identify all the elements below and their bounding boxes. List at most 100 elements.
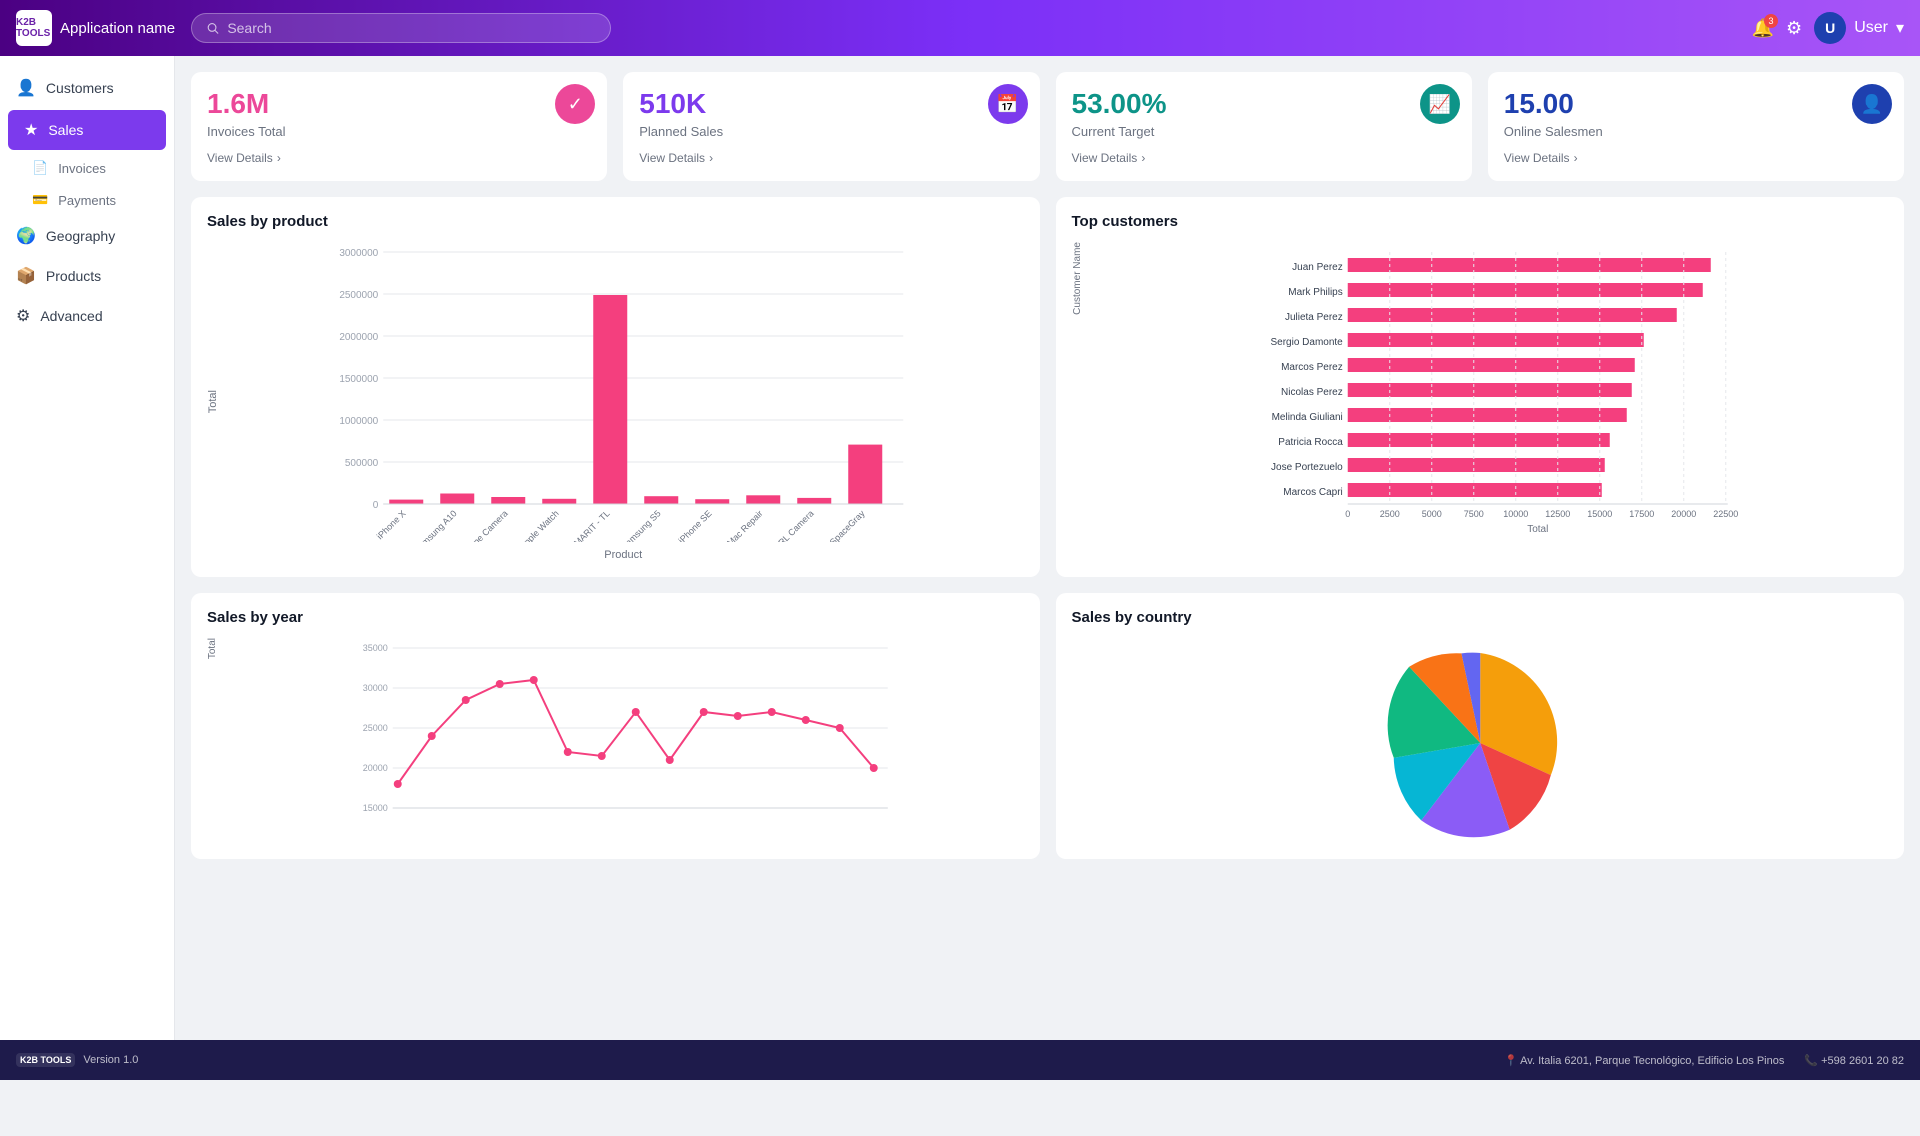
invoices-icon: 📄	[32, 160, 48, 176]
kpi-label-invoices: Invoices Total	[207, 124, 591, 139]
app-header: K2B TOOLS Application name 🔔 3 ⚙ U User …	[0, 0, 1920, 56]
sidebar-item-sales[interactable]: ★ Sales	[8, 110, 166, 150]
svg-text:Total: Total	[1527, 524, 1548, 532]
bar-apple-watch	[542, 499, 576, 504]
layout: 👤 Customers ★ Sales 📄 Invoices 💳 Payment…	[0, 56, 1920, 1040]
sales-by-year-title: Sales by year	[207, 609, 1024, 626]
user-area[interactable]: U User ▾	[1814, 12, 1904, 44]
sidebar-label-customers: Customers	[46, 80, 114, 96]
notification-button[interactable]: 🔔 3	[1752, 18, 1774, 39]
search-bar[interactable]	[191, 13, 611, 43]
notification-badge: 3	[1764, 14, 1778, 28]
svg-text:Marcos Capri: Marcos Capri	[1283, 487, 1342, 498]
svg-text:Nicolas Perez: Nicolas Perez	[1281, 387, 1343, 398]
svg-text:25000: 25000	[363, 723, 388, 733]
svg-text:Marcos Perez: Marcos Perez	[1281, 362, 1343, 373]
svg-text:2000000: 2000000	[339, 332, 378, 343]
sidebar: 👤 Customers ★ Sales 📄 Invoices 💳 Payment…	[0, 56, 175, 1040]
kpi-value-invoices: 1.6M	[207, 88, 591, 120]
svg-text:20000: 20000	[1671, 509, 1696, 519]
header-right: 🔔 3 ⚙ U User ▾	[1752, 12, 1904, 44]
svg-text:Sergio Damonte: Sergio Damonte	[1270, 337, 1343, 348]
svg-text:15000: 15000	[363, 803, 388, 813]
sidebar-item-products[interactable]: 📦 Products	[0, 256, 174, 296]
search-input[interactable]	[227, 20, 596, 36]
avatar: U	[1814, 12, 1846, 44]
svg-text:12500: 12500	[1545, 509, 1570, 519]
bar-ipad	[848, 445, 882, 504]
sidebar-item-invoices[interactable]: 📄 Invoices	[0, 152, 174, 184]
search-icon	[206, 21, 219, 35]
kpi-value-target: 53.00%	[1072, 88, 1456, 120]
customers-icon: 👤	[16, 78, 36, 98]
kpi-label-planned: Planned Sales	[639, 124, 1023, 139]
bar-iphone-se	[695, 499, 729, 504]
kpi-label-target: Current Target	[1072, 124, 1456, 139]
sidebar-item-geography[interactable]: 🌍 Geography	[0, 216, 174, 256]
y-axis-label-customers: Customer Name	[1072, 242, 1083, 315]
svg-text:3000000: 3000000	[339, 248, 378, 259]
sales-by-country-chart	[1072, 638, 1889, 838]
kpi-view-details-target[interactable]: View Details ›	[1072, 151, 1456, 165]
svg-text:2500000: 2500000	[339, 290, 378, 301]
kpi-icon-planned: 📅	[988, 84, 1028, 124]
kpi-label-salesmen: Online Salesmen	[1504, 124, 1888, 139]
footer-logo: K2B TOOLS	[16, 1053, 75, 1067]
payments-icon: 💳	[32, 192, 48, 208]
svg-text:7500: 7500	[1463, 509, 1483, 519]
svg-text:Patricia Rocca: Patricia Rocca	[1278, 437, 1343, 448]
sidebar-label-invoices: Invoices	[58, 161, 106, 176]
sales-icon: ★	[24, 120, 38, 140]
footer-version: Version 1.0	[83, 1054, 138, 1066]
svg-text:20000: 20000	[363, 763, 388, 773]
logo-text: K2B TOOLS	[16, 17, 52, 39]
kpi-icon-salesmen: 👤	[1852, 84, 1892, 124]
settings-button[interactable]: ⚙	[1786, 18, 1802, 39]
kpi-view-details-invoices[interactable]: View Details ›	[207, 151, 591, 165]
sidebar-item-advanced[interactable]: ⚙ Advanced	[0, 296, 174, 336]
sales-by-product-title: Sales by product	[207, 213, 1024, 230]
top-customers-chart: Juan Perez Mark Philips Julieta Perez Se…	[1087, 242, 1889, 532]
kpi-icon-invoices: ✓	[555, 84, 595, 124]
svg-text:22500: 22500	[1713, 509, 1738, 519]
kpi-value-salesmen: 15.00	[1504, 88, 1888, 120]
bar-polaroid	[491, 497, 525, 504]
kpi-card-salesmen: 👤 15.00 Online Salesmen View Details ›	[1488, 72, 1904, 181]
sales-by-year-chart: 35000 30000 25000 20000 15000	[222, 638, 1024, 838]
sidebar-item-customers[interactable]: 👤 Customers	[0, 68, 174, 108]
svg-text:Mac Repair: Mac Repair	[725, 508, 765, 542]
kpi-value-planned: 510K	[639, 88, 1023, 120]
kpi-view-details-salesmen[interactable]: View Details ›	[1504, 151, 1888, 165]
kpi-row: ✓ 1.6M Invoices Total View Details › 📅 5…	[191, 72, 1904, 181]
pie-chart-container	[1072, 638, 1889, 838]
svg-text:2500: 2500	[1379, 509, 1399, 519]
kpi-card-invoices: ✓ 1.6M Invoices Total View Details ›	[191, 72, 607, 181]
footer-right: 📍 Av. Italia 6201, Parque Tecnológico, E…	[1504, 1054, 1904, 1067]
sidebar-label-geography: Geography	[46, 228, 115, 244]
svg-text:0: 0	[1345, 509, 1350, 519]
geography-icon: 🌍	[16, 226, 36, 246]
user-label: User	[1854, 19, 1888, 37]
bar-mac-repair	[746, 495, 780, 504]
kpi-view-details-planned[interactable]: View Details ›	[639, 151, 1023, 165]
svg-text:Jose Portezuelo: Jose Portezuelo	[1271, 462, 1343, 473]
svg-text:Mark Philips: Mark Philips	[1288, 287, 1342, 298]
sidebar-label-products: Products	[46, 268, 101, 284]
top-customers-card: Top customers Customer Name Juan Perez M…	[1056, 197, 1905, 577]
bar-iphone-x	[389, 500, 423, 504]
svg-text:10000: 10000	[1503, 509, 1528, 519]
x-axis-label-product: Product	[223, 549, 1024, 561]
sales-by-year-card: Sales by year Total 35000	[191, 593, 1040, 859]
svg-text:Juan Perez: Juan Perez	[1292, 262, 1343, 273]
chevron-down-icon: ▾	[1896, 18, 1904, 38]
charts-row-2: Sales by year Total 35000	[191, 593, 1904, 859]
sidebar-item-payments[interactable]: 💳 Payments	[0, 184, 174, 216]
sales-by-country-title: Sales by country	[1072, 609, 1889, 626]
svg-text:Apple Watch: Apple Watch	[518, 508, 561, 542]
svg-text:5000: 5000	[1421, 509, 1441, 519]
bar-samsung-s5	[644, 496, 678, 504]
svg-text:0: 0	[373, 500, 379, 511]
top-customers-title: Top customers	[1072, 213, 1889, 230]
svg-text:iPhone X: iPhone X	[375, 508, 408, 541]
sidebar-label-sales: Sales	[48, 122, 83, 138]
